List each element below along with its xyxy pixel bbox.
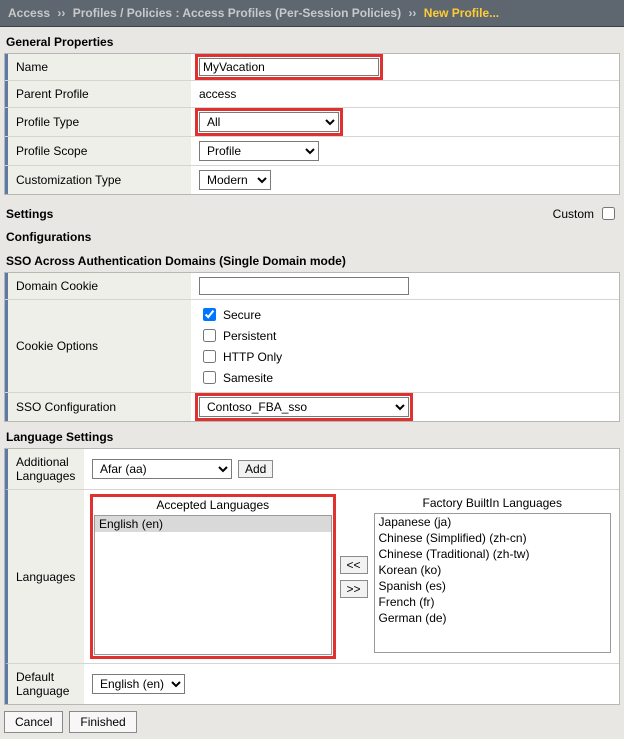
sso-config-select[interactable]: Contoso_FBA_sso xyxy=(199,397,409,417)
accepted-languages-title: Accepted Languages xyxy=(94,498,332,515)
list-item[interactable]: English (en) xyxy=(95,516,331,532)
cookie-opt-persistent[interactable]: Persistent xyxy=(199,325,282,346)
additional-languages-label: Additional Languages xyxy=(8,449,84,489)
customization-type-label: Customization Type xyxy=(5,166,191,194)
samesite-checkbox[interactable] xyxy=(203,371,216,384)
breadcrumb: Access ›› Profiles / Policies : Access P… xyxy=(0,0,624,27)
list-item[interactable]: Spanish (es) xyxy=(375,578,611,594)
custom-toggle[interactable]: Custom xyxy=(553,203,618,224)
move-left-button[interactable]: << xyxy=(340,556,368,574)
finished-button[interactable]: Finished xyxy=(69,711,136,733)
profile-type-label: Profile Type xyxy=(5,108,191,136)
default-language-label: Default Language xyxy=(8,664,84,704)
default-language-select[interactable]: English (en) xyxy=(92,674,185,694)
accepted-languages-list[interactable]: English (en) xyxy=(94,515,332,655)
general-panel: Name Parent Profile access Profile Type … xyxy=(4,53,620,195)
crumb-leaf: New Profile... xyxy=(424,6,499,20)
crumb-mid[interactable]: Profiles / Policies : Access Profiles (P… xyxy=(73,6,401,20)
cancel-button[interactable]: Cancel xyxy=(4,711,63,733)
custom-checkbox[interactable] xyxy=(602,207,615,220)
list-item[interactable]: German (de) xyxy=(375,610,611,626)
parent-profile-label: Parent Profile xyxy=(5,81,191,107)
sso-config-label: SSO Configuration xyxy=(5,393,191,421)
list-item[interactable]: Japanese (ja) xyxy=(375,514,611,530)
language-panel: Additional Languages Afar (aa) Add Langu… xyxy=(4,448,620,705)
list-item[interactable]: Korean (ko) xyxy=(375,562,611,578)
crumb-root[interactable]: Access xyxy=(8,6,50,20)
section-configurations: Configurations xyxy=(0,228,624,248)
domain-cookie-input[interactable] xyxy=(199,277,409,295)
cookie-opt-secure[interactable]: Secure xyxy=(199,304,282,325)
secure-checkbox[interactable] xyxy=(203,308,216,321)
cookie-opt-httponly[interactable]: HTTP Only xyxy=(199,346,282,367)
name-label: Name xyxy=(5,54,191,80)
cookie-options-label: Cookie Options xyxy=(5,300,191,392)
httponly-checkbox[interactable] xyxy=(203,350,216,363)
list-item[interactable]: French (fr) xyxy=(375,594,611,610)
parent-profile-value: access xyxy=(199,87,236,101)
profile-type-select[interactable]: All xyxy=(199,112,339,132)
sso-panel: Domain Cookie Cookie Options Secure Pers… xyxy=(4,272,620,422)
add-language-button[interactable]: Add xyxy=(238,460,273,478)
chevron-icon: ›› xyxy=(404,6,420,20)
section-language-settings: Language Settings xyxy=(0,422,624,448)
cookie-opt-samesite[interactable]: Samesite xyxy=(199,367,282,388)
customization-type-select[interactable]: Modern xyxy=(199,170,271,190)
languages-label: Languages xyxy=(8,490,84,663)
factory-languages-list[interactable]: Japanese (ja) Chinese (Simplified) (zh-c… xyxy=(374,513,612,653)
chevron-icon: ›› xyxy=(53,6,69,20)
domain-cookie-label: Domain Cookie xyxy=(5,273,191,299)
list-item[interactable]: Chinese (Traditional) (zh-tw) xyxy=(375,546,611,562)
section-sso: SSO Across Authentication Domains (Singl… xyxy=(0,248,624,272)
move-right-button[interactable]: >> xyxy=(340,580,368,598)
name-input[interactable] xyxy=(199,58,379,76)
profile-scope-select[interactable]: Profile xyxy=(199,141,319,161)
factory-languages-title: Factory BuiltIn Languages xyxy=(374,496,612,513)
additional-languages-select[interactable]: Afar (aa) xyxy=(92,459,232,479)
persistent-checkbox[interactable] xyxy=(203,329,216,342)
section-general-properties: General Properties xyxy=(0,27,624,53)
custom-label: Custom xyxy=(553,207,594,221)
list-item[interactable]: Chinese (Simplified) (zh-cn) xyxy=(375,530,611,546)
section-settings: Settings xyxy=(6,207,53,221)
profile-scope-label: Profile Scope xyxy=(5,137,191,165)
